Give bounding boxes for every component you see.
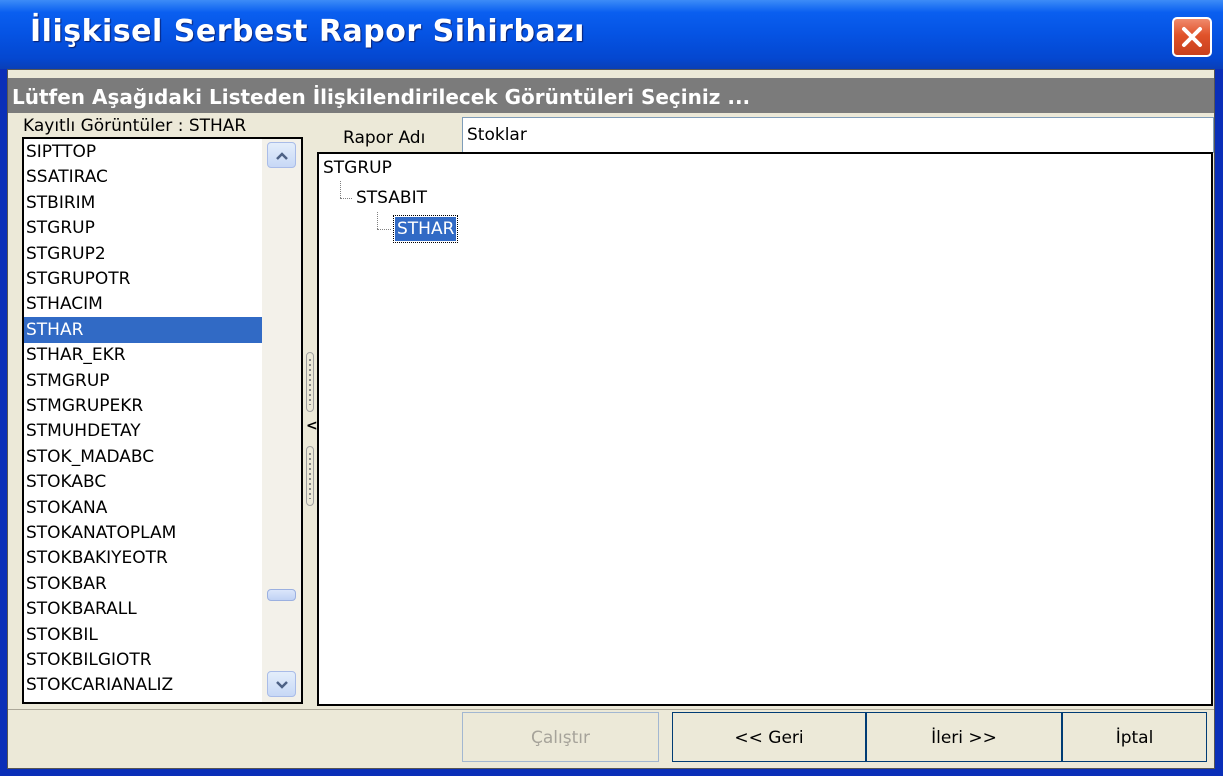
list-item[interactable]: STGRUP xyxy=(24,215,262,241)
list-item[interactable]: STOKBAR xyxy=(24,571,262,597)
list-item[interactable]: STOKCARIANALIZ xyxy=(24,672,262,698)
tree-connector xyxy=(340,198,352,199)
list-item[interactable]: STMGRUPEKR xyxy=(24,393,262,419)
dialog-client-area: Lütfen Aşağıdaki Listeden İlişkilendiril… xyxy=(7,69,1215,769)
relation-treeview[interactable]: STGRUP STSABIT STHAR xyxy=(317,152,1213,706)
tree-connector xyxy=(340,181,341,198)
list-item[interactable]: STOKBIL xyxy=(24,622,262,648)
tree-connector xyxy=(377,212,378,229)
tree-node-root[interactable]: STGRUP xyxy=(323,156,392,180)
chevron-up-icon xyxy=(276,152,288,160)
list-item[interactable]: STOKBAKIYEOTR xyxy=(24,545,262,571)
list-item[interactable]: STOK_MADABC xyxy=(24,444,262,470)
list-item[interactable]: SIPTTOP xyxy=(24,139,262,165)
collapse-left-icon[interactable]: < xyxy=(306,418,318,434)
list-item[interactable]: SSATIRAC xyxy=(24,164,262,190)
close-button[interactable] xyxy=(1172,17,1212,57)
chevron-down-icon xyxy=(276,681,288,689)
back-button[interactable]: << Geri xyxy=(672,712,866,762)
splitter-grip-top xyxy=(306,352,314,412)
next-button[interactable]: İleri >> xyxy=(866,712,1062,762)
button-bar-divider xyxy=(8,709,1214,710)
list-item[interactable]: STHAR xyxy=(24,316,262,343)
tree-node-child[interactable]: STSABIT xyxy=(356,186,427,210)
cancel-button[interactable]: İptal xyxy=(1062,712,1207,762)
list-item[interactable]: STOKBARALL xyxy=(24,596,262,622)
instruction-banner: Lütfen Aşağıdaki Listeden İlişkilendiril… xyxy=(8,78,1214,113)
report-name-input[interactable] xyxy=(462,117,1214,153)
run-button[interactable]: Çalıştır xyxy=(462,712,659,762)
saved-views-listbox[interactable]: SIPTTOP SSATIRAC STBIRIM STGRUP STGRUP2 STGRU… xyxy=(22,137,303,704)
list-item[interactable]: STGRUPOTR xyxy=(24,266,262,292)
vertical-scrollbar[interactable] xyxy=(262,139,301,702)
list-item[interactable]: STMGRUP xyxy=(24,368,262,394)
scroll-down-button[interactable] xyxy=(267,671,296,697)
dialog-window: İlişkisel Serbest Rapor Sihirbazı Lütfen… xyxy=(0,0,1223,776)
saved-views-label: Kayıtlı Görüntüler : STHAR xyxy=(23,116,247,136)
list-item[interactable]: STOKANATOPLAM xyxy=(24,520,262,546)
title-bar[interactable]: İlişkisel Serbest Rapor Sihirbazı xyxy=(0,0,1223,69)
scroll-up-button[interactable] xyxy=(267,142,296,168)
list-item[interactable]: STOKANA xyxy=(24,495,262,521)
list-item[interactable]: STMUHDETAY xyxy=(24,418,262,444)
tree-connector xyxy=(377,229,391,230)
list-item[interactable]: STOKABC xyxy=(24,469,262,495)
list-item[interactable]: STOKBILGIOTR xyxy=(24,647,262,673)
splitter-grip-bottom xyxy=(306,446,314,506)
report-name-label: Rapor Adı xyxy=(343,128,426,148)
panel-splitter[interactable]: < xyxy=(304,352,318,514)
close-icon xyxy=(1182,27,1202,47)
scroll-thumb[interactable] xyxy=(267,589,296,601)
list-item[interactable]: STHAR_EKR xyxy=(24,342,262,368)
window-title: İlişkisel Serbest Rapor Sihirbazı xyxy=(30,14,585,49)
list-item[interactable]: STBIRIM xyxy=(24,190,262,216)
list-item[interactable]: STGRUP2 xyxy=(24,241,262,267)
tree-node-grandchild[interactable]: STHAR xyxy=(392,215,459,243)
instruction-text: Lütfen Aşağıdaki Listeden İlişkilendiril… xyxy=(12,85,751,109)
list-item[interactable]: STHACIM xyxy=(24,291,262,317)
